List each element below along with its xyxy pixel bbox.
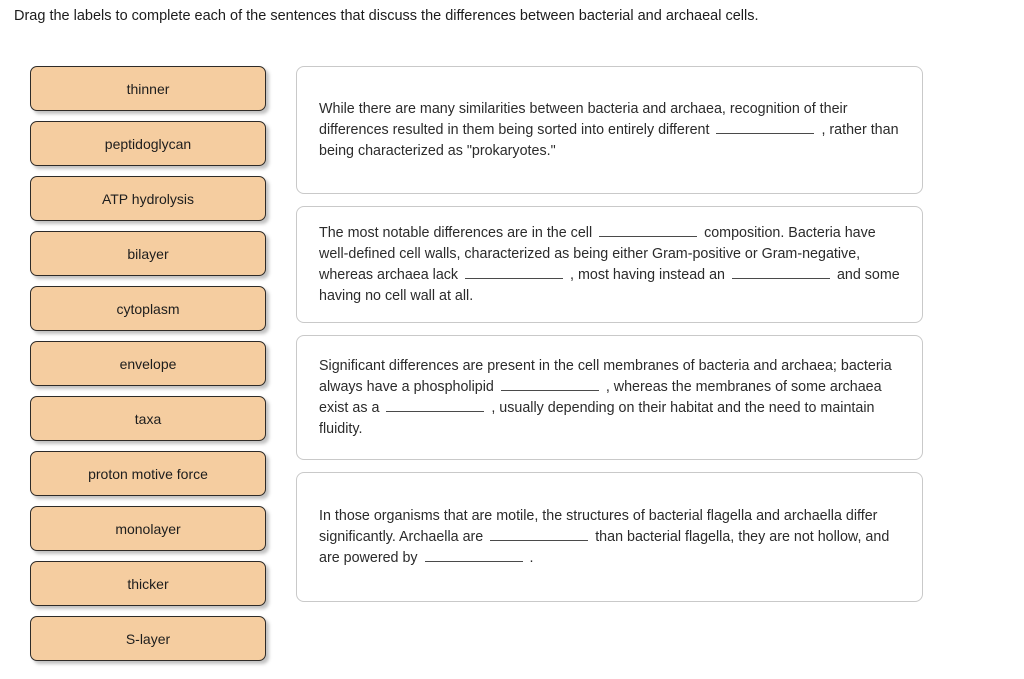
drag-label-thicker[interactable]: thicker [30,561,266,606]
drag-label-text: ATP hydrolysis [101,190,195,207]
drag-label-thinner[interactable]: thinner [30,66,266,111]
drag-label-text: taxa [134,410,162,427]
sentence-fragment: The most notable differences are in the … [319,224,597,241]
drag-label-text: monolayer [115,520,181,537]
drop-target-blank-4-2[interactable] [424,548,523,562]
sentence-text: Significant differences are present in t… [319,356,900,440]
sentence-panel-2[interactable]: The most notable differences are in the … [296,206,923,323]
drag-label-text: proton motive force [88,465,208,482]
drop-target-blank-4-1[interactable] [490,527,589,541]
drag-label-atp-hydrolysis[interactable]: ATP hydrolysis [30,176,266,221]
drop-target-blank-3-1[interactable] [500,377,599,391]
drop-target-blank-2-1[interactable] [599,223,698,237]
draggable-label-bank: thinner peptidoglycan ATP hydrolysis bilaye… [30,66,266,671]
drag-label-text: thicker [127,575,169,592]
drag-label-s-layer[interactable]: S-layer [30,616,266,661]
drag-label-cytoplasm[interactable]: cytoplasm [30,286,266,331]
drop-target-blank-2-2[interactable] [465,265,564,279]
sentence-panel-3[interactable]: Significant differences are present in t… [296,335,923,460]
sentence-panel-4[interactable]: In those organisms that are motile, the … [296,472,923,602]
sentence-text: While there are many similarities betwee… [319,99,900,162]
instruction-text: Drag the labels to complete each of the … [14,8,759,24]
drag-label-text: bilayer [127,245,169,262]
drop-target-blank-2-3[interactable] [731,265,830,279]
drag-label-envelope[interactable]: envelope [30,341,266,386]
sentence-panel-1[interactable]: While there are many similarities betwee… [296,66,923,194]
drag-label-taxa[interactable]: taxa [30,396,266,441]
sentence-fragment: , most having instead an [566,266,729,283]
drag-label-bilayer[interactable]: bilayer [30,231,266,276]
sentence-fragment: . [525,549,534,566]
sentence-text: In those organisms that are motile, the … [319,506,900,569]
sentence-panel-list: While there are many similarities betwee… [296,66,923,614]
drop-target-blank-3-2[interactable] [386,398,485,412]
drag-label-text: thinner [126,80,170,97]
drag-label-text: peptidoglycan [104,135,192,152]
sentence-text: The most notable differences are in the … [319,223,900,307]
drag-label-text: envelope [119,355,177,372]
drag-label-peptidoglycan[interactable]: peptidoglycan [30,121,266,166]
drag-label-text: cytoplasm [116,300,180,317]
drag-label-proton-motive-force[interactable]: proton motive force [30,451,266,496]
drop-target-blank-1-1[interactable] [716,120,815,134]
drag-label-text: S-layer [125,630,171,647]
drag-label-monolayer[interactable]: monolayer [30,506,266,551]
